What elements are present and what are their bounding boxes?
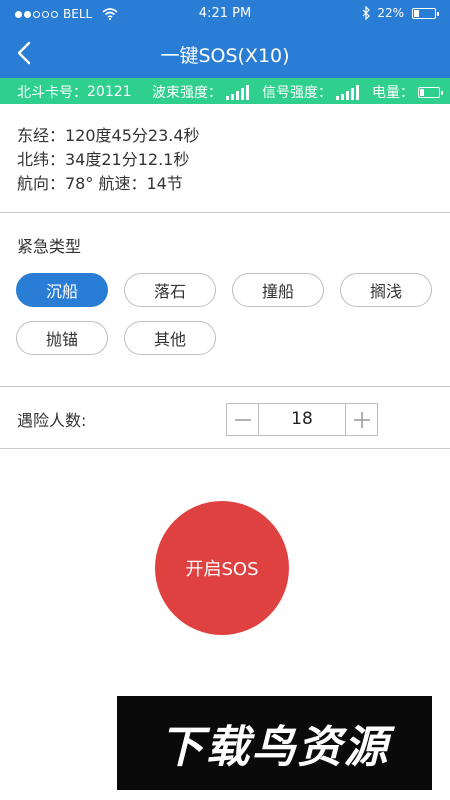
emergency-option-rockfall[interactable]: 落石 bbox=[124, 273, 216, 307]
power-label: 电量： bbox=[372, 85, 414, 101]
power-group: 电量： bbox=[372, 82, 443, 102]
minus-icon bbox=[234, 418, 251, 421]
emergency-option-aground[interactable]: 搁浅 bbox=[340, 273, 432, 307]
emergency-type-title: 紧急类型 bbox=[17, 237, 82, 256]
start-sos-button[interactable]: 开启SOS bbox=[155, 501, 289, 635]
device-info-bar: 北斗卡号： 20121 波束强度： 信号强度： 电量： bbox=[0, 78, 450, 104]
divider bbox=[0, 448, 450, 449]
decrement-button[interactable] bbox=[227, 404, 259, 435]
status-bar: BELL 4:21 PM 22% bbox=[0, 0, 450, 28]
signal-strength-icon bbox=[336, 84, 359, 100]
latitude-text: 北纬：34度21分12.1秒 bbox=[17, 150, 190, 169]
people-count-label: 遇险人数: bbox=[17, 411, 87, 430]
card-number-group: 北斗卡号： 20121 bbox=[17, 82, 132, 102]
divider bbox=[0, 212, 450, 213]
increment-button[interactable] bbox=[345, 404, 377, 435]
beam-strength-label: 波束强度： bbox=[152, 85, 222, 101]
card-number-value: 20121 bbox=[87, 84, 132, 100]
position-info: 东经：120度45分23.4秒 北纬：34度21分12.1秒 航向：78° 航速… bbox=[17, 124, 200, 196]
emergency-option-sinking[interactable]: 沉船 bbox=[16, 273, 108, 307]
battery-icon bbox=[412, 7, 439, 19]
emergency-option-collision[interactable]: 撞船 bbox=[232, 273, 324, 307]
signal-strength-group: 信号强度： bbox=[262, 82, 359, 102]
card-number-label: 北斗卡号： bbox=[17, 85, 87, 101]
people-count-value[interactable]: 18 bbox=[259, 404, 345, 435]
watermark-text: 下载鸟资源 bbox=[159, 722, 390, 773]
power-battery-icon bbox=[418, 86, 443, 98]
signal-strength-label: 信号强度： bbox=[262, 85, 332, 101]
emergency-option-anchored[interactable]: 抛锚 bbox=[16, 321, 108, 355]
status-right: 22% bbox=[362, 6, 439, 20]
heading-speed-text: 航向：78° 航速：14节 bbox=[17, 174, 183, 193]
beam-strength-group: 波束强度： bbox=[152, 82, 249, 102]
beam-strength-icon bbox=[226, 84, 249, 100]
battery-percent: 22% bbox=[377, 6, 404, 20]
page-title: 一键SOS(X10) bbox=[160, 45, 290, 67]
bluetooth-icon bbox=[362, 6, 371, 20]
plus-icon bbox=[353, 411, 370, 428]
nav-bar: 一键SOS(X10) bbox=[0, 28, 450, 78]
emergency-option-other[interactable]: 其他 bbox=[124, 321, 216, 355]
longitude-text: 东经：120度45分23.4秒 bbox=[17, 126, 200, 145]
people-count-stepper: 18 bbox=[226, 403, 378, 436]
divider bbox=[0, 386, 450, 387]
watermark-logo: 下载鸟资源 bbox=[117, 696, 432, 790]
